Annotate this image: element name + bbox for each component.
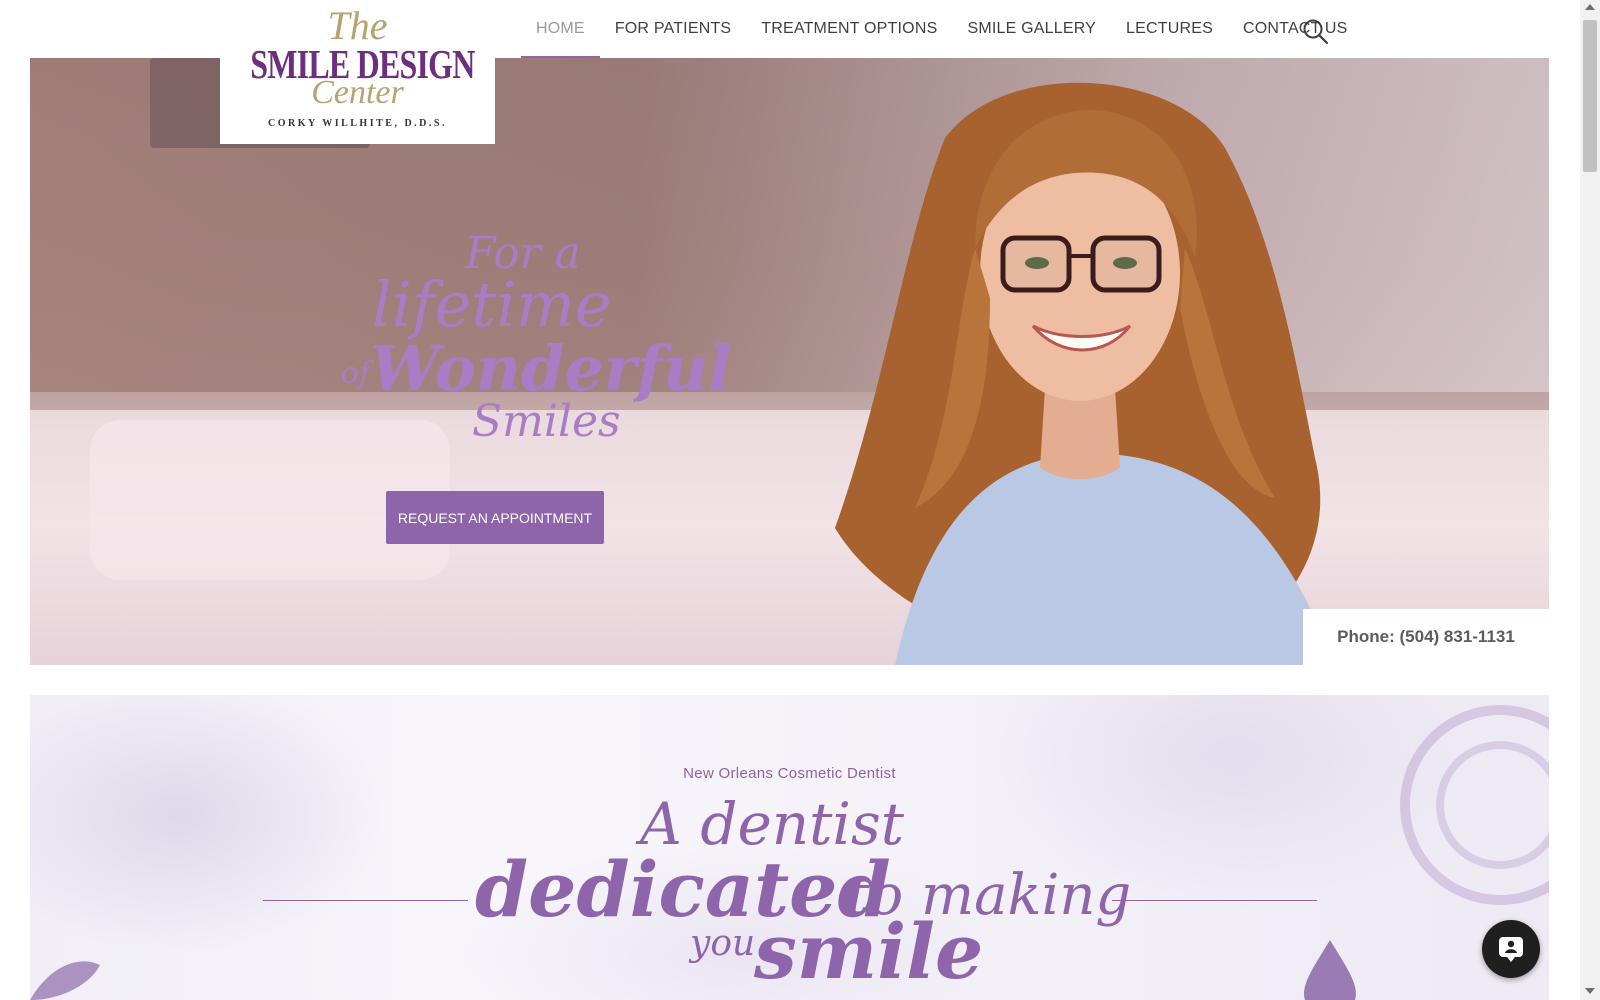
scroll-down-arrow-icon[interactable] bbox=[1585, 988, 1595, 994]
request-appointment-button[interactable]: REQUEST AN APPOINTMENT bbox=[386, 491, 604, 544]
heading-rule-left bbox=[263, 900, 468, 901]
intro-heading-smile: smile bbox=[754, 907, 984, 996]
nav-smile-gallery[interactable]: SMILE GALLERY bbox=[952, 0, 1111, 58]
main-nav: HOME FOR PATIENTS TREATMENT OPTIONS SMIL… bbox=[521, 0, 1363, 58]
nav-home[interactable]: HOME bbox=[521, 0, 600, 58]
intro-kicker: New Orleans Cosmetic Dentist bbox=[683, 765, 896, 782]
chat-bubble-icon[interactable] bbox=[1482, 920, 1540, 978]
nav-treatment-options[interactable]: TREATMENT OPTIONS bbox=[746, 0, 952, 58]
nav-contact-us[interactable]: CONTACT US bbox=[1228, 0, 1363, 58]
swirl-decoration bbox=[1400, 705, 1549, 905]
intro-section: New Orleans Cosmetic Dentist A dentist d… bbox=[30, 695, 1549, 1000]
nav-for-patients[interactable]: FOR PATIENTS bbox=[600, 0, 746, 58]
page-scrollbar[interactable] bbox=[1580, 0, 1600, 1000]
logo-center: Center bbox=[311, 74, 404, 111]
slogan-of: of bbox=[341, 356, 371, 391]
scrollbar-thumb[interactable] bbox=[1583, 20, 1597, 172]
leaf-decoration-left bbox=[30, 961, 100, 1000]
scroll-up-arrow-icon[interactable] bbox=[1585, 4, 1595, 10]
hero-section: For a lifetime of Wonderful Smiles REQUE… bbox=[30, 58, 1549, 665]
slogan-smiles: Smiles bbox=[472, 396, 621, 447]
drop-decoration-right bbox=[1304, 940, 1356, 1000]
slogan-line2: lifetime bbox=[372, 268, 612, 341]
slogan-wonderful: Wonderful bbox=[370, 332, 732, 405]
logo-subtitle: CORKY WILLHITE, D.D.S. bbox=[268, 118, 447, 129]
search-icon[interactable] bbox=[1302, 18, 1330, 46]
phone-number[interactable]: Phone: (504) 831-1131 bbox=[1303, 609, 1549, 665]
nav-lectures[interactable]: LECTURES bbox=[1111, 0, 1228, 58]
intro-heading-you: you bbox=[690, 923, 756, 964]
site-logo[interactable]: The SMILE DESIGN Center CORKY WILLHITE, … bbox=[220, 0, 495, 144]
hero-photo-woman bbox=[835, 82, 1335, 665]
heading-rule-right bbox=[1112, 900, 1317, 901]
